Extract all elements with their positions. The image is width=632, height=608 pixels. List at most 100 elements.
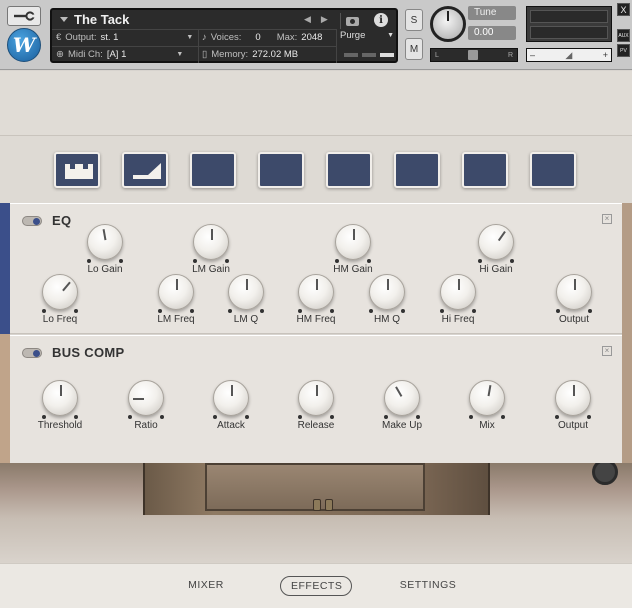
tune-value[interactable]: 0.00 (468, 26, 516, 40)
library-logo-icon[interactable]: W (7, 28, 41, 62)
effect-slot-empty[interactable] (258, 152, 304, 188)
knob-max-dot (510, 259, 514, 263)
knob-max-dot (367, 259, 371, 263)
effect-slot-empty[interactable] (530, 152, 576, 188)
eq-power-toggle[interactable] (22, 215, 42, 226)
bus-comp-mix-knob[interactable] (469, 380, 505, 419)
eq-lm-gain-knob[interactable] (193, 224, 229, 263)
eq-close-icon[interactable]: × (602, 214, 612, 224)
knob-min-dot (469, 415, 473, 419)
aux-button[interactable]: AUX (617, 29, 630, 42)
knob-max-dot (588, 309, 592, 313)
knob-max-dot (260, 309, 264, 313)
tab-mixer[interactable]: MIXER (172, 576, 240, 596)
bus-comp-make-up-label: Make Up (381, 420, 422, 431)
memory-icon: ▯ (202, 49, 208, 60)
bus-comp-output-knob[interactable] (555, 380, 591, 419)
bus-comp-release-knob[interactable] (298, 380, 334, 419)
effect-slot-empty[interactable] (190, 152, 236, 188)
effect-slot-empty[interactable] (326, 152, 372, 188)
effect-slot-empty[interactable] (394, 152, 440, 188)
knob-min-dot (228, 309, 232, 313)
knob-min-dot (369, 309, 373, 313)
output-dropdown-icon: ▼ (186, 34, 194, 41)
knob-min-dot (42, 415, 46, 419)
eq-hm-gain-knob[interactable] (335, 224, 371, 263)
knob-min-dot (298, 309, 302, 313)
eq-hm-gain-label: HM Gain (333, 264, 373, 275)
memory-row: ▯ Memory: 272.02 MB (202, 49, 299, 60)
eq-output-knob[interactable] (556, 274, 592, 313)
pan-handle[interactable] (468, 50, 479, 60)
background-edge (622, 203, 632, 463)
bus-comp-threshold-label: Threshold (37, 420, 83, 431)
effect-slot-compressor-icon[interactable] (122, 152, 168, 188)
pv-button[interactable]: PV (617, 44, 630, 57)
effect-slot-eq-icon[interactable] (54, 152, 100, 188)
bus-comp-power-toggle[interactable] (22, 347, 42, 358)
knob-min-dot (213, 415, 217, 419)
eq-output-label: Output (558, 314, 590, 325)
bus-comp-attack-label: Attack (217, 420, 245, 431)
solo-button[interactable]: S (405, 9, 423, 31)
bus-comp-threshold-knob[interactable] (42, 380, 78, 419)
bus-comp-close-icon[interactable]: × (602, 346, 612, 356)
eq-lm-gain-label: LM Gain (192, 264, 230, 275)
knob-pointer (62, 281, 71, 292)
instrument-nav-arrows[interactable]: ◀▶ (304, 14, 338, 25)
tune-knob[interactable] (430, 6, 466, 42)
tab-settings[interactable]: SETTINGS (392, 576, 464, 596)
purge-menu[interactable]: Purge ▼ (340, 30, 394, 41)
knob-pointer (246, 279, 248, 290)
eq-lo-gain-knob[interactable] (87, 224, 123, 263)
knob-max-dot (225, 259, 229, 263)
wrench-icon[interactable] (7, 6, 41, 26)
effect-slot-empty[interactable] (462, 152, 508, 188)
eq-hm-q-label: HM Q (373, 314, 401, 325)
knob-pointer (316, 279, 318, 290)
knob-max-dot (401, 309, 405, 313)
tab-effects[interactable]: EFFECTS (280, 576, 352, 596)
knob-pointer (458, 279, 460, 290)
max-voices-value[interactable]: 2048 (301, 32, 322, 43)
voices-value: 0 (255, 32, 261, 43)
purge-indicator (344, 53, 394, 57)
eq-lm-freq-knob[interactable] (158, 274, 194, 313)
bus-comp-attack-knob[interactable] (213, 380, 249, 419)
eq-hi-gain-knob[interactable] (478, 224, 514, 263)
eq-lo-freq-knob[interactable] (42, 274, 78, 313)
output-row[interactable]: € Output: st. 1 ▼ (56, 32, 193, 43)
knob-pointer (211, 229, 213, 240)
instrument-name[interactable]: The Tack (60, 12, 129, 27)
kontakt-header: W The Tack ◀▶ i € Output: st. 1 ▼ ♪ Voic… (0, 0, 632, 70)
knob-pointer (102, 229, 107, 241)
volume-handle-icon[interactable]: ◢ (565, 50, 572, 61)
mute-button[interactable]: M (405, 38, 423, 60)
midi-dropdown-icon: ▼ (176, 51, 184, 58)
knob-pointer (60, 385, 62, 396)
eq-lm-q-knob[interactable] (228, 274, 264, 313)
eq-panel: EQ × Lo Gain LM Gain HM Gain Hi Gain Lo Freq… (10, 203, 622, 334)
knob-pointer (176, 279, 178, 290)
knob-max-dot (245, 415, 249, 419)
knob-min-dot (555, 415, 559, 419)
close-instrument-button[interactable]: X (617, 3, 630, 16)
eq-hm-freq-knob[interactable] (298, 274, 334, 313)
snapshot-camera-icon[interactable] (340, 13, 364, 29)
knob-max-dot (330, 415, 334, 419)
pan-slider[interactable]: L R (430, 48, 518, 62)
eq-lm-freq-label: LM Freq (157, 314, 195, 325)
volume-slider[interactable]: – ◢ + (526, 48, 612, 62)
info-icon[interactable]: i (374, 13, 388, 27)
eq-hi-freq-knob[interactable] (440, 274, 476, 313)
eq-hm-freq-label: HM Freq (296, 314, 336, 325)
midi-channel-row[interactable]: ⊕ Midi Ch: [A] 1 ▼ (56, 49, 183, 60)
knob-max-dot (74, 309, 78, 313)
purge-dropdown-icon: ▼ (387, 32, 394, 39)
background-edge (0, 334, 10, 463)
bus-comp-ratio-knob[interactable] (128, 380, 164, 419)
eq-hm-q-knob[interactable] (369, 274, 405, 313)
bus-comp-panel: BUS COMP × Threshold Ratio Attack Release Ma… (10, 335, 622, 463)
bus-comp-make-up-knob[interactable] (384, 380, 420, 419)
knob-max-dot (472, 309, 476, 313)
